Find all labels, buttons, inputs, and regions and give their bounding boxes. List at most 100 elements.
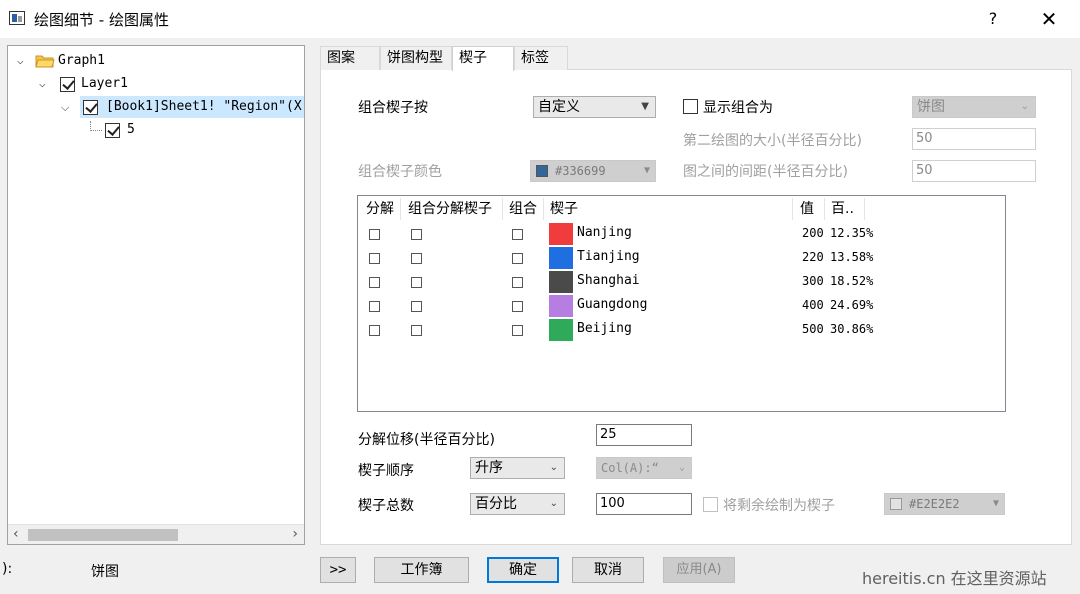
combine-checkbox[interactable]: [512, 229, 523, 240]
draw-remain-checkbox[interactable]: [703, 497, 718, 512]
col-header-combine-explode[interactable]: 组合分解楔子: [408, 197, 492, 221]
scroll-left-icon[interactable]: ‹: [13, 526, 19, 542]
tree-item-slice[interactable]: 5: [8, 119, 304, 141]
tree-label-plot: [Book1]Sheet1! "Region"(X: [106, 99, 302, 114]
chevron-down-icon[interactable]: ⌵: [39, 73, 46, 95]
cancel-button[interactable]: 取消: [572, 557, 644, 583]
wedge-row[interactable]: Tianjing 220 13.58%: [358, 247, 1005, 271]
col-divider: [400, 198, 401, 220]
combine-wedges-select[interactable]: 自定义 ▼: [533, 96, 656, 118]
title-bar: 绘图细节 - 绘图属性 ? ✕: [0, 0, 1080, 38]
chevron-down-icon[interactable]: ⌵: [61, 101, 69, 115]
apply-button[interactable]: 应用(A): [663, 557, 735, 583]
wedge-color-swatch[interactable]: [549, 295, 573, 317]
explode-checkbox[interactable]: [369, 301, 380, 312]
wedge-value: 220: [802, 250, 824, 264]
col-header-wedge[interactable]: 楔子: [550, 197, 578, 221]
wedge-percent: 12.35%: [830, 226, 874, 240]
explode-offset-input[interactable]: 25: [596, 424, 692, 446]
combine-explode-checkbox[interactable]: [411, 277, 422, 288]
second-size-input[interactable]: 50: [912, 128, 1036, 150]
tab-pattern[interactable]: 图案: [320, 46, 380, 70]
wedge-value: 300: [802, 274, 824, 288]
combine-color-label: 组合楔子颜色: [358, 164, 442, 180]
col-header-value[interactable]: 值: [800, 197, 814, 221]
expand-button[interactable]: >>: [320, 557, 356, 583]
ok-button[interactable]: 确定: [487, 557, 559, 583]
col-header-percent[interactable]: 百..: [831, 197, 854, 221]
wedge-name: Guangdong: [577, 297, 648, 312]
combine-checkbox[interactable]: [512, 301, 523, 312]
explode-checkbox[interactable]: [369, 229, 380, 240]
combine-explode-checkbox[interactable]: [411, 301, 422, 312]
remain-color-select[interactable]: #E2E2E2 ▼: [884, 493, 1005, 515]
wedge-list[interactable]: 分解 组合分解楔子 组合 楔子 值 百.. Nanjing 200 12.35% Ti…: [357, 195, 1006, 412]
tree-item-graph[interactable]: ⌵ Graph1: [8, 50, 304, 72]
scroll-right-icon[interactable]: ›: [292, 526, 298, 542]
combine-explode-checkbox[interactable]: [411, 325, 422, 336]
combine-explode-checkbox[interactable]: [411, 253, 422, 264]
slice-checkbox[interactable]: [105, 123, 120, 138]
show-combine-checkbox[interactable]: [683, 99, 698, 114]
explode-checkbox[interactable]: [369, 325, 380, 336]
help-button[interactable]: ?: [980, 6, 1006, 32]
close-icon[interactable]: ✕: [1036, 6, 1062, 32]
tree-label-slice: 5: [127, 122, 135, 137]
col-header-explode[interactable]: 分解: [366, 197, 394, 221]
combine-color-value: #336699: [555, 164, 606, 178]
wedge-row[interactable]: Beijing 500 30.86%: [358, 319, 1005, 343]
wedge-name: Beijing: [577, 321, 632, 336]
window-title: 绘图细节 - 绘图属性: [34, 11, 169, 29]
wedge-total-input[interactable]: 100: [596, 493, 692, 515]
tab-labels[interactable]: 标签: [514, 46, 568, 70]
combine-checkbox[interactable]: [512, 325, 523, 336]
chevron-down-icon: ▼: [643, 165, 650, 176]
wedge-name: Nanjing: [577, 225, 632, 240]
workbook-button[interactable]: 工作簿: [374, 557, 469, 583]
scrollbar-thumb[interactable]: [28, 529, 178, 541]
folder-icon: [35, 55, 55, 68]
combine-checkbox[interactable]: [512, 277, 523, 288]
footer-left-label: ):: [2, 561, 13, 577]
wedge-order-value: 升序: [475, 460, 503, 476]
wedge-total-value: 百分比: [475, 496, 517, 512]
wedge-row[interactable]: Guangdong 400 24.69%: [358, 295, 1005, 319]
explode-checkbox[interactable]: [369, 277, 380, 288]
combine-color-select[interactable]: #336699 ▼: [530, 160, 656, 182]
tab-wedges[interactable]: 楔子: [452, 46, 514, 71]
tab-pie-geometry[interactable]: 饼图构型: [380, 46, 452, 70]
explode-checkbox[interactable]: [369, 253, 380, 264]
chevron-down-icon[interactable]: ⌵: [17, 50, 24, 72]
show-combine-select[interactable]: 饼图 ⌄: [912, 96, 1036, 118]
combine-checkbox[interactable]: [512, 253, 523, 264]
color-swatch: [536, 165, 548, 177]
combine-explode-checkbox[interactable]: [411, 229, 422, 240]
tree-label-graph: Graph1: [58, 53, 105, 68]
gap-input[interactable]: 50: [912, 160, 1036, 182]
col-divider: [864, 198, 865, 220]
layer-checkbox[interactable]: [60, 77, 75, 92]
show-combine-label: 显示组合为: [703, 100, 773, 116]
order-column-select[interactable]: Col(A):“ ⌄: [596, 457, 692, 479]
col-header-combine[interactable]: 组合: [509, 197, 537, 221]
wedge-order-select[interactable]: 升序 ⌄: [470, 457, 565, 479]
wedge-name: Tianjing: [577, 249, 640, 264]
wedge-color-swatch[interactable]: [549, 271, 573, 293]
col-divider: [824, 198, 825, 220]
plot-tree[interactable]: ⌵ Graph1 ⌵ Layer1 [Book1]Sheet1! "Region…: [7, 45, 305, 545]
tree-horizontal-scrollbar[interactable]: ‹ ›: [8, 524, 304, 544]
wedge-color-swatch[interactable]: [549, 223, 573, 245]
wedge-row[interactable]: Shanghai 300 18.52%: [358, 271, 1005, 295]
wedge-row[interactable]: Nanjing 200 12.35%: [358, 223, 1005, 247]
tree-item-layer[interactable]: ⌵ Layer1: [8, 73, 304, 95]
wedge-total-select[interactable]: 百分比 ⌄: [470, 493, 565, 515]
explode-offset-label: 分解位移(半径百分比): [358, 432, 495, 448]
wedge-percent: 13.58%: [830, 250, 874, 264]
plot-checkbox[interactable]: [83, 100, 98, 115]
tree-item-plot[interactable]: [Book1]Sheet1! "Region"(X: [80, 96, 304, 118]
wedge-color-swatch[interactable]: [549, 247, 573, 269]
app-icon: [9, 11, 25, 25]
wedge-color-swatch[interactable]: [549, 319, 573, 341]
wedge-percent: 30.86%: [830, 322, 874, 336]
draw-remain-label: 将剩余绘制为楔子: [723, 498, 835, 514]
